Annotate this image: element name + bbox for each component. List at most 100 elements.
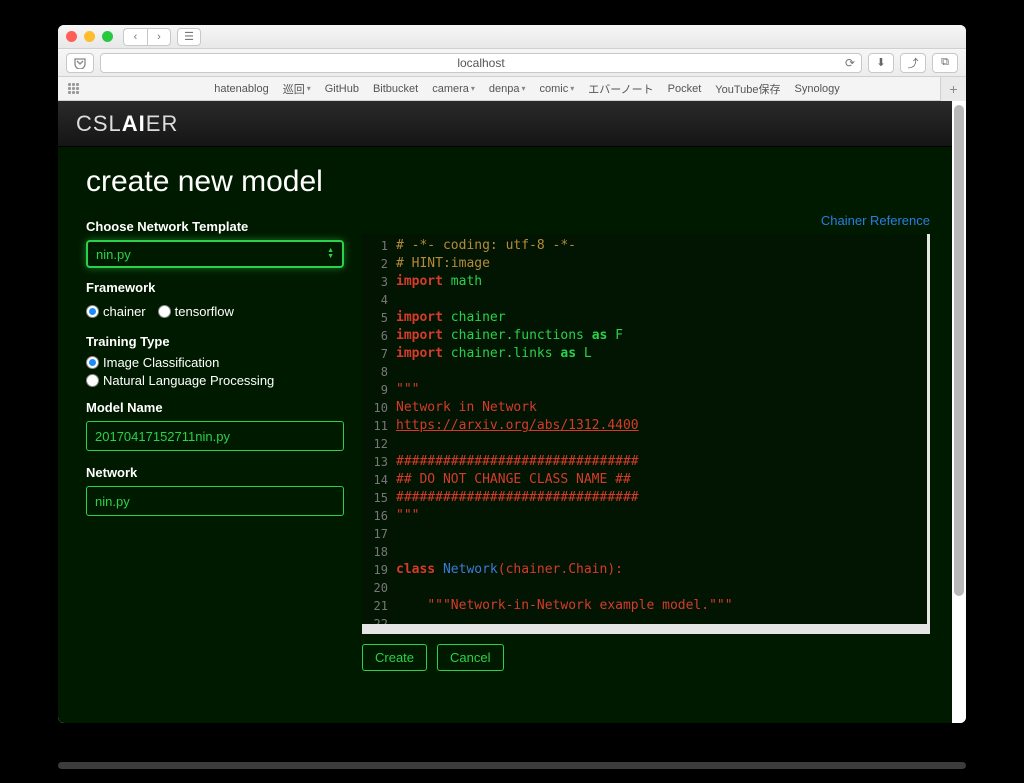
code-line[interactable]: 3import math — [362, 273, 927, 291]
bookmark-item[interactable]: YouTube保存 — [715, 81, 780, 97]
code-content: import chainer — [396, 309, 506, 327]
bookmark-item[interactable]: comic▾ — [540, 81, 575, 97]
reference-link[interactable]: Chainer Reference — [362, 213, 930, 228]
line-number: 2 — [362, 255, 396, 273]
bookmark-item[interactable]: エバーノート — [588, 81, 653, 97]
code-line[interactable]: 11https://arxiv.org/abs/1312.4400 — [362, 417, 927, 435]
code-line[interactable]: 13############################### — [362, 453, 927, 471]
line-number: 18 — [362, 543, 396, 561]
code-content: import math — [396, 273, 482, 291]
bookmark-label: Synology — [795, 83, 840, 95]
browser-window: ‹ › ☰ localhost ⟳ ⬇ ⤴ ⧉ hatenablog 巡回▾ Git… — [58, 25, 966, 723]
radio-option[interactable]: tensorflow — [158, 304, 234, 319]
code-line[interactable]: 8 — [362, 363, 927, 381]
code-line[interactable]: 17 — [362, 525, 927, 543]
code-line[interactable]: 21 """Network-in-Network example model."… — [362, 597, 927, 615]
close-window-button[interactable] — [66, 31, 77, 42]
code-line[interactable]: 15############################### — [362, 489, 927, 507]
radio-label: Natural Language Processing — [103, 373, 274, 388]
line-number: 22 — [362, 615, 396, 633]
bookmark-item[interactable]: Pocket — [668, 81, 702, 97]
bookmark-label: GitHub — [325, 83, 359, 95]
line-number: 8 — [362, 363, 396, 381]
model-name-input[interactable]: 20170417152711nin.py — [86, 421, 344, 451]
downloads-button[interactable]: ⬇ — [868, 53, 894, 73]
forward-button[interactable]: › — [147, 28, 171, 46]
form-right-column: Chainer Reference 1# -*- coding: utf-8 -… — [362, 213, 930, 671]
code-line[interactable]: 2# HINT:image — [362, 255, 927, 273]
page-scrollbar-thumb[interactable] — [954, 105, 964, 596]
tabs-button[interactable]: ⧉ — [932, 53, 958, 73]
radio-label: tensorflow — [175, 304, 234, 319]
radio-option[interactable]: Natural Language Processing — [86, 373, 344, 388]
code-line[interactable]: 7import chainer.links as L — [362, 345, 927, 363]
line-number: 12 — [362, 435, 396, 453]
label-model-name: Model Name — [86, 400, 344, 415]
back-button[interactable]: ‹ — [123, 28, 147, 46]
app-logo: CSLAIER — [76, 111, 178, 137]
cancel-button[interactable]: Cancel — [437, 644, 503, 671]
code-content: # HINT:image — [396, 255, 490, 273]
radio-label: Image Classification — [103, 355, 219, 370]
page-scrollbar[interactable] — [954, 105, 964, 719]
address-bar-row: localhost ⟳ ⬇ ⤴ ⧉ — [58, 49, 966, 77]
share-button[interactable]: ⤴ — [900, 53, 926, 73]
page-viewport: CSLAIER create new model Choose Network … — [58, 101, 966, 723]
address-text: localhost — [457, 56, 504, 70]
pocket-icon[interactable] — [66, 53, 94, 73]
code-content: ## DO NOT CHANGE CLASS NAME ## — [396, 471, 631, 489]
bookmark-item[interactable]: hatenablog — [214, 81, 268, 97]
line-number: 17 — [362, 525, 396, 543]
code-content: """ — [396, 507, 419, 525]
select-arrows-icon: ▲▼ — [327, 248, 334, 260]
reload-icon[interactable]: ⟳ — [845, 56, 855, 70]
radio-option[interactable]: Image Classification — [86, 355, 344, 370]
code-line[interactable]: 9""" — [362, 381, 927, 399]
form-columns: Choose Network Template nin.py ▲▼ Framew… — [86, 213, 930, 671]
code-line[interactable]: 19class Network(chainer.Chain): — [362, 561, 927, 579]
minimize-window-button[interactable] — [84, 31, 95, 42]
bookmark-item[interactable]: Bitbucket — [373, 81, 418, 97]
sidebar-toggle-button[interactable]: ☰ — [177, 28, 201, 46]
bookmark-item[interactable]: GitHub — [325, 81, 359, 97]
cslaier-app: CSLAIER create new model Choose Network … — [58, 101, 952, 723]
code-content: import chainer.links as L — [396, 345, 592, 363]
code-line[interactable]: 20 — [362, 579, 927, 597]
bookmark-item[interactable]: denpa▾ — [489, 81, 526, 97]
code-line[interactable]: 22 — [362, 615, 927, 633]
zoom-window-button[interactable] — [102, 31, 113, 42]
chevron-down-icon: ▾ — [522, 84, 526, 93]
apps-grid-icon[interactable] — [68, 83, 84, 95]
code-editor[interactable]: 1# -*- coding: utf-8 -*-2# HINT:image3im… — [362, 234, 930, 634]
code-line[interactable]: 14## DO NOT CHANGE CLASS NAME ## — [362, 471, 927, 489]
code-line[interactable]: 1# -*- coding: utf-8 -*- — [362, 237, 927, 255]
code-line[interactable]: 12 — [362, 435, 927, 453]
network-input[interactable]: nin.py — [86, 486, 344, 516]
code-line[interactable]: 16""" — [362, 507, 927, 525]
form-left-column: Choose Network Template nin.py ▲▼ Framew… — [86, 213, 344, 671]
bookmark-item[interactable]: camera▾ — [432, 81, 475, 97]
bookmark-label: エバーノート — [588, 81, 653, 97]
training-radio-group: Image Classification Natural Language Pro… — [86, 355, 344, 388]
address-field[interactable]: localhost ⟳ — [100, 53, 862, 73]
create-button[interactable]: Create — [362, 644, 427, 671]
bookmark-item[interactable]: Synology — [795, 81, 840, 97]
line-number: 5 — [362, 309, 396, 327]
code-line[interactable]: 5import chainer — [362, 309, 927, 327]
page-body: create new model Choose Network Template… — [58, 147, 952, 681]
code-content: """Network-in-Network example model.""" — [396, 597, 733, 615]
radio-option[interactable]: chainer — [86, 304, 146, 319]
page-title: create new model — [86, 165, 930, 199]
template-select[interactable]: nin.py ▲▼ — [86, 240, 344, 268]
code-line[interactable]: 18 — [362, 543, 927, 561]
line-number: 6 — [362, 327, 396, 345]
app-header: CSLAIER — [58, 101, 952, 147]
code-line[interactable]: 10Network in Network — [362, 399, 927, 417]
code-line[interactable]: 4 — [362, 291, 927, 309]
code-line[interactable]: 6import chainer.functions as F — [362, 327, 927, 345]
bookmark-label: YouTube保存 — [715, 81, 780, 97]
chevron-down-icon: ▾ — [307, 84, 311, 93]
bookmark-item[interactable]: 巡回▾ — [283, 81, 311, 97]
new-tab-button[interactable]: + — [940, 77, 966, 101]
code-content: class Network(chainer.Chain): — [396, 561, 623, 579]
